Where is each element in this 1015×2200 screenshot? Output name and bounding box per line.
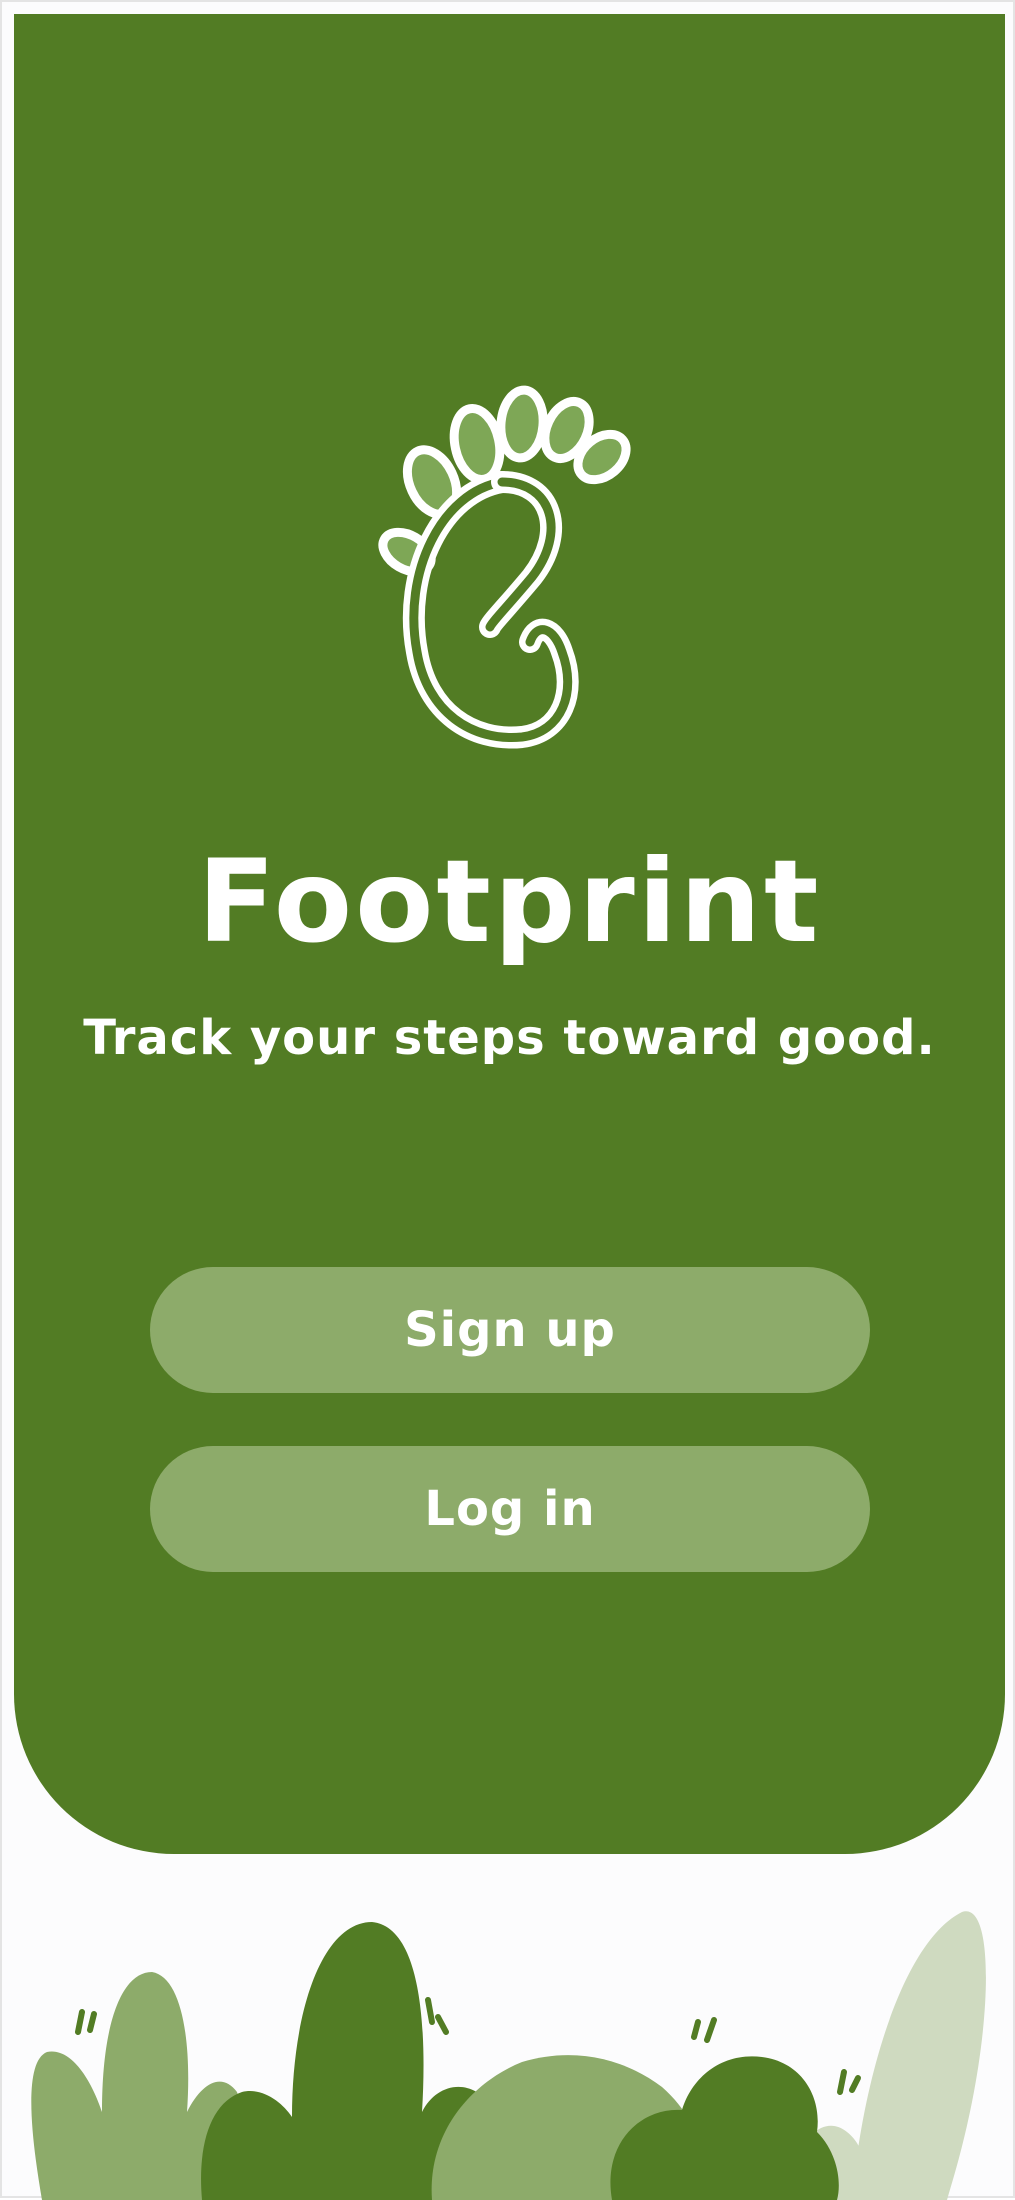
shrubs-illustration [31,1911,986,2200]
app-tagline: Track your steps toward good. [83,1010,936,1066]
log-in-button[interactable]: Log in [150,1446,870,1572]
app-title: Footprint [197,835,822,968]
app-screen: Footprint Track your steps toward good. … [0,0,1015,2200]
sign-up-button[interactable]: Sign up [150,1267,870,1393]
leafy-footprint-icon [378,385,631,749]
